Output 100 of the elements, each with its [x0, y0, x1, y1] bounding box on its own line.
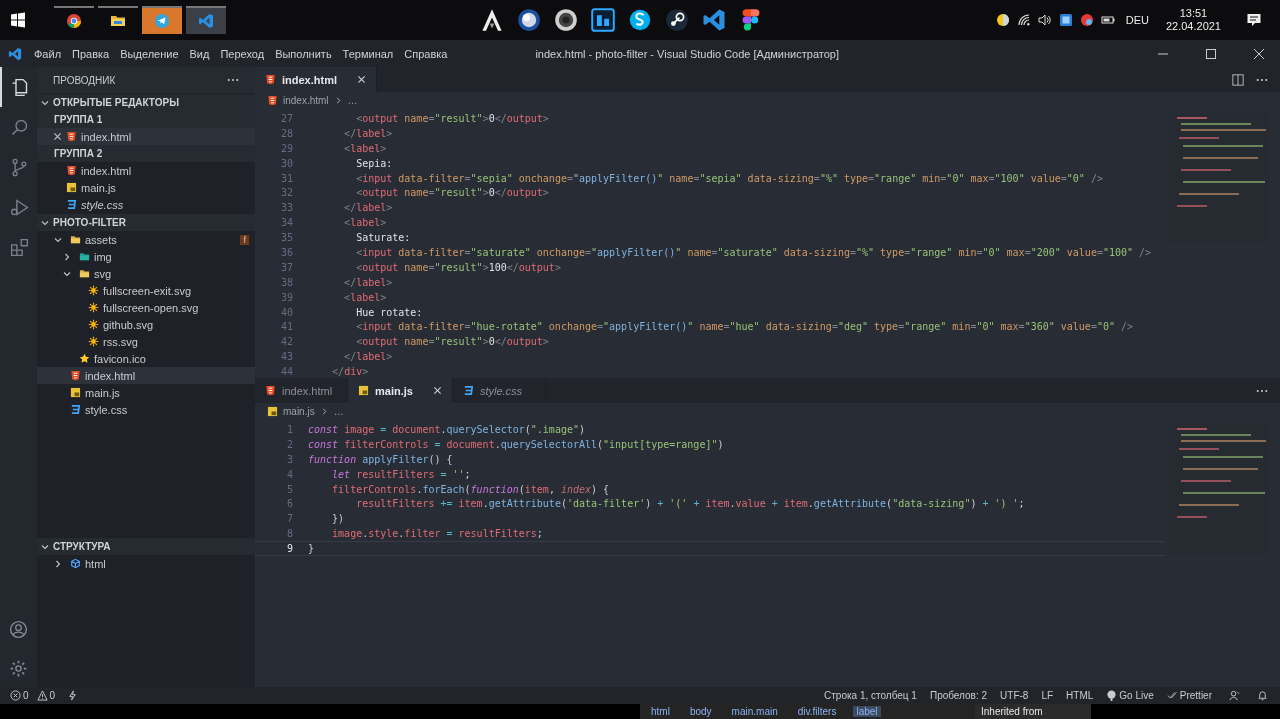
go-live-button[interactable]: Go Live — [1106, 690, 1154, 701]
clock[interactable]: 13:51 22.04.2021 — [1165, 7, 1221, 33]
file-tree-item[interactable]: html — [37, 555, 255, 572]
status-item[interactable]: UTF-8 — [1000, 690, 1029, 701]
input-language[interactable]: DEU — [1125, 14, 1149, 26]
square-app-icon[interactable] — [591, 8, 615, 32]
section-header[interactable]: PHOTO-FILTER — [37, 214, 255, 231]
line-number: 27 — [279, 112, 294, 124]
maximize-icon[interactable] — [1206, 48, 1216, 59]
code-line: <label> — [343, 217, 387, 229]
sphere-icon[interactable] — [517, 8, 541, 32]
stripes-icon — [462, 385, 474, 396]
editor-tab[interactable]: main.js — [348, 378, 453, 403]
menu-item[interactable]: Справка — [404, 47, 448, 60]
close-icon[interactable] — [357, 75, 366, 84]
sun-icon[interactable] — [995, 13, 1010, 27]
more-icon[interactable] — [227, 78, 239, 82]
broadcast-icon — [1106, 690, 1118, 701]
plug-icon[interactable] — [67, 690, 79, 701]
open-editor-item[interactable]: index.html — [37, 128, 255, 145]
code-line: </label> — [343, 276, 393, 288]
close-icon[interactable] — [432, 386, 442, 395]
file-tree-item[interactable]: github.svg — [37, 316, 255, 333]
file-tree-item[interactable]: svg — [37, 265, 255, 282]
menu-item[interactable]: Вид — [189, 47, 210, 60]
section-header[interactable]: ОТКРЫТЫЕ РЕДАКТОРЫ — [37, 94, 255, 111]
file-tree-item[interactable]: fullscreen-exit.svg — [37, 282, 255, 299]
status-item[interactable]: Пробелов: 2 — [929, 690, 988, 701]
element-crumb[interactable]: main.main — [728, 706, 781, 717]
line-number: 5 — [285, 483, 294, 495]
bell-icon[interactable] — [1257, 690, 1268, 701]
status-item[interactable]: Строка 1, столбец 1 — [824, 690, 917, 701]
open-editor-item[interactable]: style.css — [37, 196, 255, 213]
windows-start-icon[interactable] — [10, 12, 26, 28]
stripes-icon — [70, 404, 81, 415]
app-icon[interactable] — [1058, 13, 1073, 27]
file-tree-item[interactable]: rss.svg — [37, 333, 255, 350]
warning-count[interactable]: 0 — [36, 690, 56, 701]
line-number: 40 — [279, 306, 294, 318]
element-crumb[interactable]: div.filters — [794, 706, 840, 717]
file-name: favicon.ico — [94, 352, 146, 365]
wifi-icon[interactable] — [1016, 13, 1031, 27]
line-number: 28 — [279, 127, 294, 139]
menu-item[interactable]: Выполнить — [275, 47, 332, 60]
chevron-icon[interactable] — [53, 558, 63, 569]
menu-item[interactable]: Выделение — [120, 47, 179, 60]
code-line: <input data-filter="saturate" onchange="applyFilter()" name="saturate" data-sizing="%" type="range" min="0" max="200" value="100" /> — [355, 246, 1152, 258]
element-crumb[interactable]: html — [648, 706, 673, 717]
section-header[interactable]: СТРУКТУРА — [37, 538, 255, 555]
editor-tab[interactable]: style.css — [452, 378, 546, 403]
status-item[interactable]: LF — [1041, 690, 1054, 701]
breadcrumb-item[interactable]: index.html — [283, 95, 329, 106]
folder-icon — [110, 13, 126, 29]
menu-item[interactable]: Переход — [220, 47, 265, 60]
settings-icon[interactable] — [8, 658, 29, 679]
feedback-icon[interactable] — [1229, 690, 1240, 701]
prettier-button[interactable]: Prettier — [1166, 690, 1212, 701]
notification-icon[interactable] — [1246, 12, 1262, 28]
file-tree-item[interactable]: index.html — [37, 367, 255, 384]
account-icon[interactable] — [8, 619, 29, 640]
element-crumb[interactable]: label — [853, 706, 881, 717]
close-icon[interactable] — [53, 132, 62, 141]
code-line: } — [308, 543, 315, 555]
file-tree-item[interactable]: assets f — [37, 231, 255, 248]
breadcrumb-item[interactable]: … — [347, 95, 358, 106]
breadcrumb-item[interactable]: main.js — [283, 406, 315, 417]
file-name: img — [94, 250, 112, 263]
menu-item[interactable]: Терминал — [342, 47, 394, 60]
editor-tab[interactable]: index.html — [255, 67, 377, 92]
file-name: fullscreen-exit.svg — [103, 284, 192, 297]
breadcrumb-item[interactable]: … — [333, 406, 344, 417]
close-icon[interactable] — [1254, 48, 1264, 59]
speaker-icon[interactable] — [1037, 13, 1052, 27]
split-editor-icon[interactable] — [1232, 73, 1244, 86]
file-tree-item[interactable]: favicon.ico — [37, 350, 255, 367]
chevron-icon[interactable] — [62, 251, 72, 262]
open-editor-item[interactable]: index.html — [37, 162, 255, 179]
disc-icon[interactable] — [554, 8, 578, 32]
error-count[interactable]: 0 — [10, 690, 29, 701]
knob-icon[interactable] — [665, 8, 689, 32]
line-number: 29 — [279, 142, 294, 154]
file-tree-item[interactable]: fullscreen-open.svg — [37, 299, 255, 316]
file-tree-item[interactable]: main.js — [37, 384, 255, 401]
ball-icon[interactable] — [1079, 13, 1094, 27]
status-item[interactable]: HTML — [1066, 690, 1094, 701]
round-app-icon[interactable] — [628, 8, 652, 32]
battery-icon[interactable] — [1100, 13, 1115, 27]
file-tree-item[interactable]: style.css — [37, 401, 255, 418]
open-editor-item[interactable]: main.js — [37, 179, 255, 196]
more-icon[interactable] — [1256, 77, 1268, 82]
line-number: 7 — [285, 513, 294, 525]
menu-item[interactable]: Правка — [72, 47, 110, 60]
line-number: 8 — [285, 528, 294, 540]
folder-icon — [79, 251, 90, 262]
peak-icon[interactable] — [480, 8, 504, 32]
angle-bracket-icon[interactable] — [702, 8, 726, 32]
element-crumb[interactable]: body — [686, 706, 715, 717]
file-tree-item[interactable]: img — [37, 248, 255, 265]
menu-item[interactable]: Файл — [34, 47, 62, 60]
line-number: 33 — [279, 202, 294, 214]
